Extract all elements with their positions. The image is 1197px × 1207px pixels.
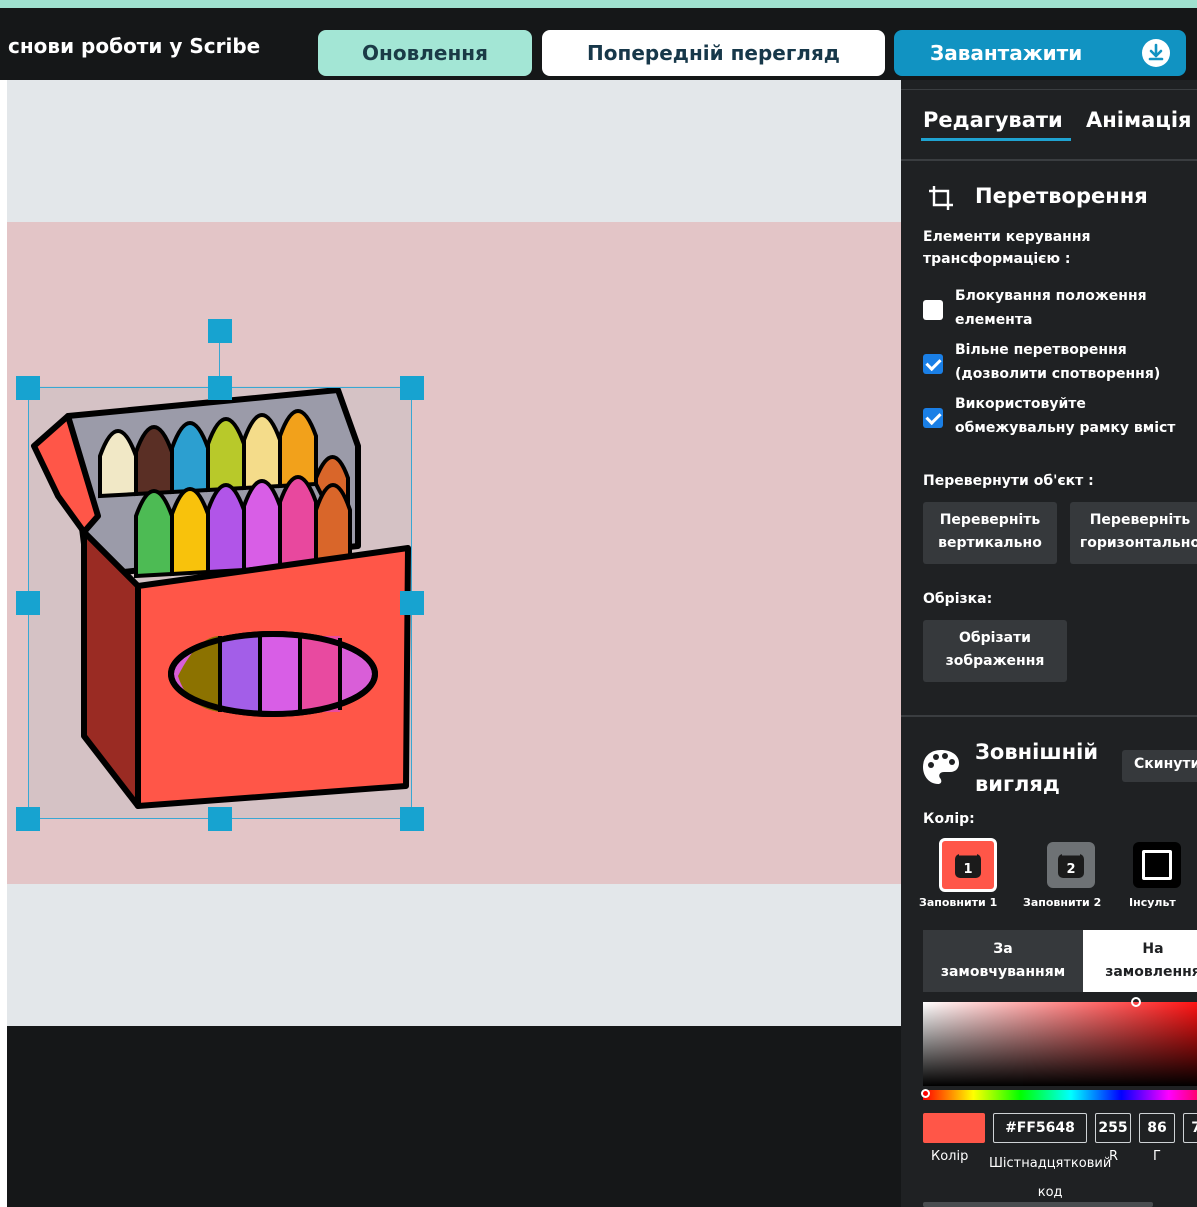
- color-value-label: Колір: [931, 1149, 969, 1164]
- hex-input[interactable]: #FF5648: [993, 1113, 1087, 1143]
- hue-slider-thumb[interactable]: [921, 1089, 930, 1098]
- panel-scrollbar[interactable]: [923, 1202, 1153, 1207]
- palette-icon: [923, 750, 959, 784]
- mode-custom-button[interactable]: На замовлення: [1083, 930, 1197, 992]
- download-button[interactable]: Завантажити: [894, 30, 1186, 76]
- transform-section-title: Перетворення: [975, 184, 1148, 208]
- reset-button[interactable]: Скинути: [1122, 750, 1197, 782]
- download-label: Завантажити: [930, 41, 1083, 65]
- crop-label: Обрізка:: [923, 591, 993, 607]
- download-icon: [1142, 39, 1170, 67]
- color-label: Колір:: [923, 811, 975, 827]
- resize-handle-right[interactable]: [400, 591, 424, 615]
- crop-image-button[interactable]: Обрізати зображення: [923, 620, 1067, 682]
- resize-handle-left[interactable]: [16, 591, 40, 615]
- r-input[interactable]: 255: [1095, 1113, 1131, 1143]
- section-divider: [901, 715, 1197, 717]
- top-accent-line: [0, 0, 1197, 8]
- flip-object-label: Перевернути об'єкт :: [923, 473, 1094, 489]
- transform-controls-label: Елементи керування трансформацією :: [923, 229, 1091, 267]
- resize-handle-top-right[interactable]: [400, 376, 424, 400]
- color-picker-cursor[interactable]: [1131, 997, 1141, 1007]
- r-value-label: R: [1109, 1149, 1119, 1164]
- g-input[interactable]: 86: [1139, 1113, 1175, 1143]
- svg-text:1: 1: [963, 862, 972, 877]
- fill-2-label: Заповнити 2: [1023, 896, 1102, 909]
- flip-horizontal-button[interactable]: Переверніть горизонтально: [1070, 502, 1197, 564]
- preview-button[interactable]: Попередній перегляд: [542, 30, 885, 76]
- resize-handle-top[interactable]: [208, 376, 232, 400]
- resize-handle-bottom-right[interactable]: [400, 807, 424, 831]
- lock-position-label: Блокування положення елемента: [955, 288, 1147, 328]
- mode-default-button[interactable]: За замовчуванням: [923, 930, 1083, 992]
- rotate-handle[interactable]: [208, 319, 232, 343]
- stroke-square-icon: [1142, 850, 1172, 880]
- color-picker-area[interactable]: [923, 1002, 1197, 1086]
- flip-vertical-button[interactable]: Переверніть вертикально: [923, 502, 1057, 564]
- top-toolbar: снови роботи у Scribe Оновлення Попередн…: [0, 8, 1197, 80]
- tab-animation[interactable]: Анімація: [1086, 108, 1192, 132]
- current-color-preview: [923, 1113, 985, 1143]
- appearance-section-title: Зовнішній вигляд: [975, 740, 1099, 796]
- crop-transform-icon: [929, 186, 953, 210]
- fill-1-swatch[interactable]: 1: [939, 838, 997, 892]
- canvas-bottom-area: [7, 1026, 901, 1207]
- stroke-label: Інсульт: [1129, 896, 1176, 909]
- hex-value-label: Шістнадцятковий код: [989, 1156, 1112, 1200]
- content-bounding-box-label: Використовуйте обмежувальну рамку вміст: [955, 396, 1176, 436]
- update-button[interactable]: Оновлення: [318, 30, 532, 76]
- project-title[interactable]: снови роботи у Scribe: [8, 34, 260, 58]
- hue-slider[interactable]: [923, 1090, 1197, 1100]
- svg-text:2: 2: [1066, 862, 1075, 877]
- resize-handle-bottom-left[interactable]: [16, 807, 40, 831]
- properties-panel: Редагувати Анімація Перетворення Елемент…: [901, 80, 1197, 1207]
- fill-2-swatch[interactable]: 2: [1047, 842, 1095, 888]
- tab-edit[interactable]: Редагувати: [923, 108, 1063, 132]
- resize-handle-bottom[interactable]: [208, 807, 232, 831]
- fill-bucket-2-icon: 2: [1058, 852, 1084, 878]
- fill-bucket-1-icon: 1: [955, 852, 981, 878]
- left-edge: [0, 80, 7, 1207]
- lock-position-checkbox[interactable]: [923, 300, 943, 320]
- free-transform-label: Вільне перетворення (дозволити спотворен…: [955, 342, 1161, 382]
- b-input[interactable]: 72: [1183, 1113, 1197, 1143]
- panel-top-divider: [901, 89, 1197, 90]
- g-value-label: Г: [1153, 1149, 1161, 1164]
- fill-1-label: Заповнити 1: [919, 896, 998, 909]
- stroke-swatch[interactable]: [1133, 842, 1181, 888]
- free-transform-checkbox[interactable]: [923, 354, 943, 374]
- resize-handle-top-left[interactable]: [16, 376, 40, 400]
- tabs-divider: [901, 159, 1197, 161]
- content-bounding-box-checkbox[interactable]: [923, 408, 943, 428]
- tab-edit-underline: [921, 138, 1071, 141]
- selection-bounding-box[interactable]: [28, 387, 412, 819]
